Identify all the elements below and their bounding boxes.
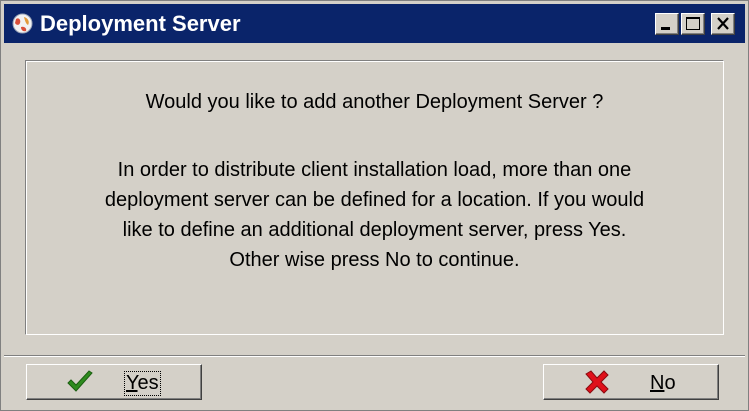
yes-button-label: Yes: [124, 371, 161, 396]
description-line: deployment server can be defined for a l…: [104, 189, 645, 211]
checkmark-icon: [67, 370, 93, 392]
close-button[interactable]: [711, 13, 735, 35]
no-button[interactable]: No: [543, 364, 719, 400]
yes-button[interactable]: Yes: [26, 364, 202, 400]
title-bar[interactable]: Deployment Server: [4, 4, 745, 43]
description-line: Other wise press No to continue.: [229, 249, 520, 271]
minimize-button[interactable]: [655, 13, 679, 35]
description-text: In order to distribute client installati…: [26, 155, 723, 275]
maximize-button[interactable]: [681, 13, 705, 35]
no-button-label: No: [650, 372, 676, 394]
description-line: like to define an additional deployment …: [122, 219, 627, 241]
app-globe-icon: [12, 13, 33, 34]
window-title: Deployment Server: [40, 11, 241, 36]
red-x-icon: [585, 370, 609, 394]
message-panel: Would you like to add another Deployment…: [25, 60, 724, 335]
description-line: In order to distribute client installati…: [117, 159, 632, 181]
question-text: Would you like to add another Deployment…: [145, 91, 604, 113]
deployment-server-dialog: Deployment Server Would you like to add …: [0, 0, 749, 411]
separator-highlight: [4, 356, 745, 357]
